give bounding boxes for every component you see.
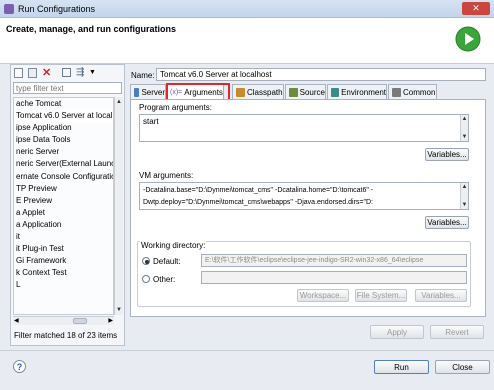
new-config-icon[interactable]: [14, 68, 23, 78]
list-toolbar: ✕ ⇶ ▼: [13, 67, 123, 80]
button-label: Apply: [386, 327, 407, 337]
duplicate-icon[interactable]: [28, 68, 37, 78]
tree-item[interactable]: Tomcat v6.0 Server at localho: [14, 110, 113, 123]
vm-arguments-line: Dwtp.deploy="D:\Dynmei\tomcat_cms\webapp…: [143, 199, 373, 206]
source-icon: [289, 87, 298, 97]
tree-item[interactable]: neric Server: [14, 146, 113, 158]
tree-item[interactable]: ernate Console Configuration: [14, 171, 113, 183]
tab-label: Source: [299, 87, 325, 97]
app-icon: [4, 4, 14, 14]
program-variables-button[interactable]: Variables...: [425, 148, 469, 161]
run-icon: [455, 26, 481, 52]
tree-vertical-scrollbar[interactable]: ▲ ▼: [114, 97, 123, 315]
tree-item[interactable]: it: [14, 231, 113, 243]
window-title: Run Configurations: [18, 4, 96, 14]
common-icon: [392, 87, 401, 97]
help-icon[interactable]: ?: [13, 360, 26, 373]
vm-variables-button[interactable]: Variables...: [425, 216, 469, 229]
button-label: Workspace...: [299, 291, 347, 300]
arguments-panel: Program arguments: start ▲ ▼ Variables..…: [130, 99, 486, 317]
tab-label: Environment: [341, 87, 386, 97]
tab-source[interactable]: Source: [285, 84, 326, 99]
tab-label: Server: [141, 87, 165, 97]
tree-item[interactable]: ipse Application: [14, 122, 113, 134]
working-directory-group: Working directory: Default: E:\软件\工作软件\e…: [137, 241, 471, 307]
tree-item[interactable]: it Plug-in Test: [14, 243, 113, 255]
program-arguments-field[interactable]: start: [139, 114, 469, 142]
other-label: Other:: [153, 275, 176, 284]
apply-button[interactable]: Apply: [370, 325, 424, 339]
delete-icon[interactable]: ✕: [42, 67, 51, 79]
header-banner: Create, manage, and run configurations: [0, 18, 494, 64]
server-icon: [134, 87, 140, 97]
name-value: Tomcat v6.0 Server at localhost: [160, 70, 272, 79]
run-button[interactable]: Run: [374, 360, 429, 374]
header-heading: Create, manage, and run configurations: [6, 24, 177, 34]
tree-item[interactable]: TP Preview: [14, 183, 113, 195]
close-icon: ✕: [472, 3, 480, 13]
title-bar: Run Configurations ✕: [0, 0, 494, 18]
file-system-button[interactable]: File System...: [355, 289, 407, 302]
default-directory-field: E:\软件\工作软件\eclipse\eclipse-jee-indigo-SR…: [201, 254, 467, 267]
tab-common[interactable]: Common: [388, 84, 437, 99]
button-label: File System...: [356, 291, 406, 300]
config-tree: ache Tomcat Tomcat v6.0 Server at localho…: [13, 97, 114, 315]
vm-arguments-field[interactable]: -Dcatalina.base="D:\Dynmei\tomcat_cms" -…: [139, 182, 469, 210]
environment-icon: [331, 87, 340, 97]
tab-environment[interactable]: Environment: [327, 84, 387, 99]
program-args-scrollbar[interactable]: ▲ ▼: [460, 115, 468, 141]
filter-status: Filter matched 18 of 23 items: [14, 331, 118, 340]
vm-arguments-label: VM arguments:: [139, 171, 194, 180]
program-arguments-label: Program arguments:: [139, 103, 212, 112]
tree-item[interactable]: L: [14, 279, 113, 291]
tree-item[interactable]: Gi Framework: [14, 255, 113, 267]
scroll-thumb[interactable]: [73, 318, 87, 324]
tree-item[interactable]: neric Server(External Launch): [14, 158, 113, 170]
default-directory-value: E:\软件\工作软件\eclipse\eclipse-jee-indigo-SR…: [205, 257, 424, 264]
name-label: Name:: [131, 71, 155, 80]
button-label: Close: [452, 362, 473, 372]
tab-label: Common: [403, 87, 436, 97]
tree-item[interactable]: ache Tomcat: [14, 98, 113, 110]
default-label: Default:: [153, 257, 181, 266]
tree-item[interactable]: a Applet: [14, 207, 113, 219]
tree-item[interactable]: ipse Data Tools: [14, 134, 113, 146]
name-field[interactable]: Tomcat v6.0 Server at localhost: [156, 68, 486, 81]
chevron-down-icon[interactable]: ▼: [89, 67, 96, 79]
filter-input[interactable]: [13, 82, 122, 94]
button-label: Variables...: [427, 218, 467, 227]
other-directory-field[interactable]: [201, 271, 467, 284]
default-radio[interactable]: [142, 257, 150, 265]
vm-arguments-line: -Dcatalina.base="D:\Dynmei\tomcat_cms" -…: [143, 187, 374, 194]
button-label: Variables...: [427, 150, 467, 159]
program-arguments-value: start: [143, 117, 159, 126]
filter-icon[interactable]: ⇶: [76, 67, 84, 79]
workspace-button[interactable]: Workspace...: [297, 289, 349, 302]
button-label: Run: [394, 362, 409, 372]
config-list-panel: ✕ ⇶ ▼ ache TomcatTomcat v6.0 Server at l…: [10, 64, 125, 346]
tree-horizontal-scrollbar[interactable]: ◀ ▶: [13, 316, 114, 325]
tree-item[interactable]: a Application: [14, 219, 113, 231]
tree-items: ache Tomcat Tomcat v6.0 Server at localho…: [14, 98, 113, 292]
working-directory-label: Working directory:: [140, 241, 207, 250]
button-label: Revert: [445, 327, 469, 337]
tree-item[interactable]: E Preview: [14, 195, 113, 207]
vm-args-scrollbar[interactable]: ▲ ▼: [460, 183, 468, 209]
working-variables-button[interactable]: Variables...: [415, 289, 467, 302]
classpath-icon: [236, 87, 245, 97]
other-radio[interactable]: [142, 275, 150, 283]
button-label: Variables...: [421, 291, 461, 300]
close-window-button[interactable]: ✕: [462, 2, 490, 15]
close-button[interactable]: Close: [435, 360, 490, 374]
collapse-all-icon[interactable]: [62, 68, 71, 77]
footer-divider: [0, 350, 494, 351]
tab-classpath[interactable]: Classpath: [232, 84, 284, 99]
tree-item[interactable]: k Context Test: [14, 267, 113, 279]
revert-button[interactable]: Revert: [430, 325, 484, 339]
tab-server[interactable]: Server: [130, 84, 166, 99]
tab-label: Classpath: [247, 87, 283, 97]
